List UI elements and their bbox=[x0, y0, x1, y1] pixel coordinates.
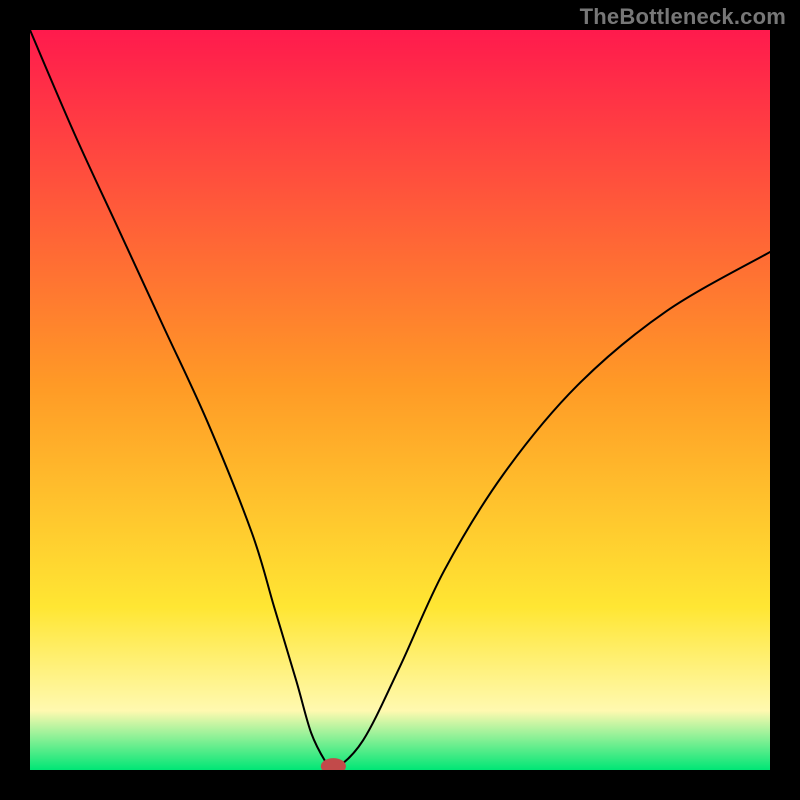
plot-svg bbox=[30, 30, 770, 770]
watermark-text: TheBottleneck.com bbox=[580, 4, 786, 30]
chart-frame: TheBottleneck.com bbox=[0, 0, 800, 800]
plot-area bbox=[30, 30, 770, 770]
gradient-background bbox=[30, 30, 770, 770]
